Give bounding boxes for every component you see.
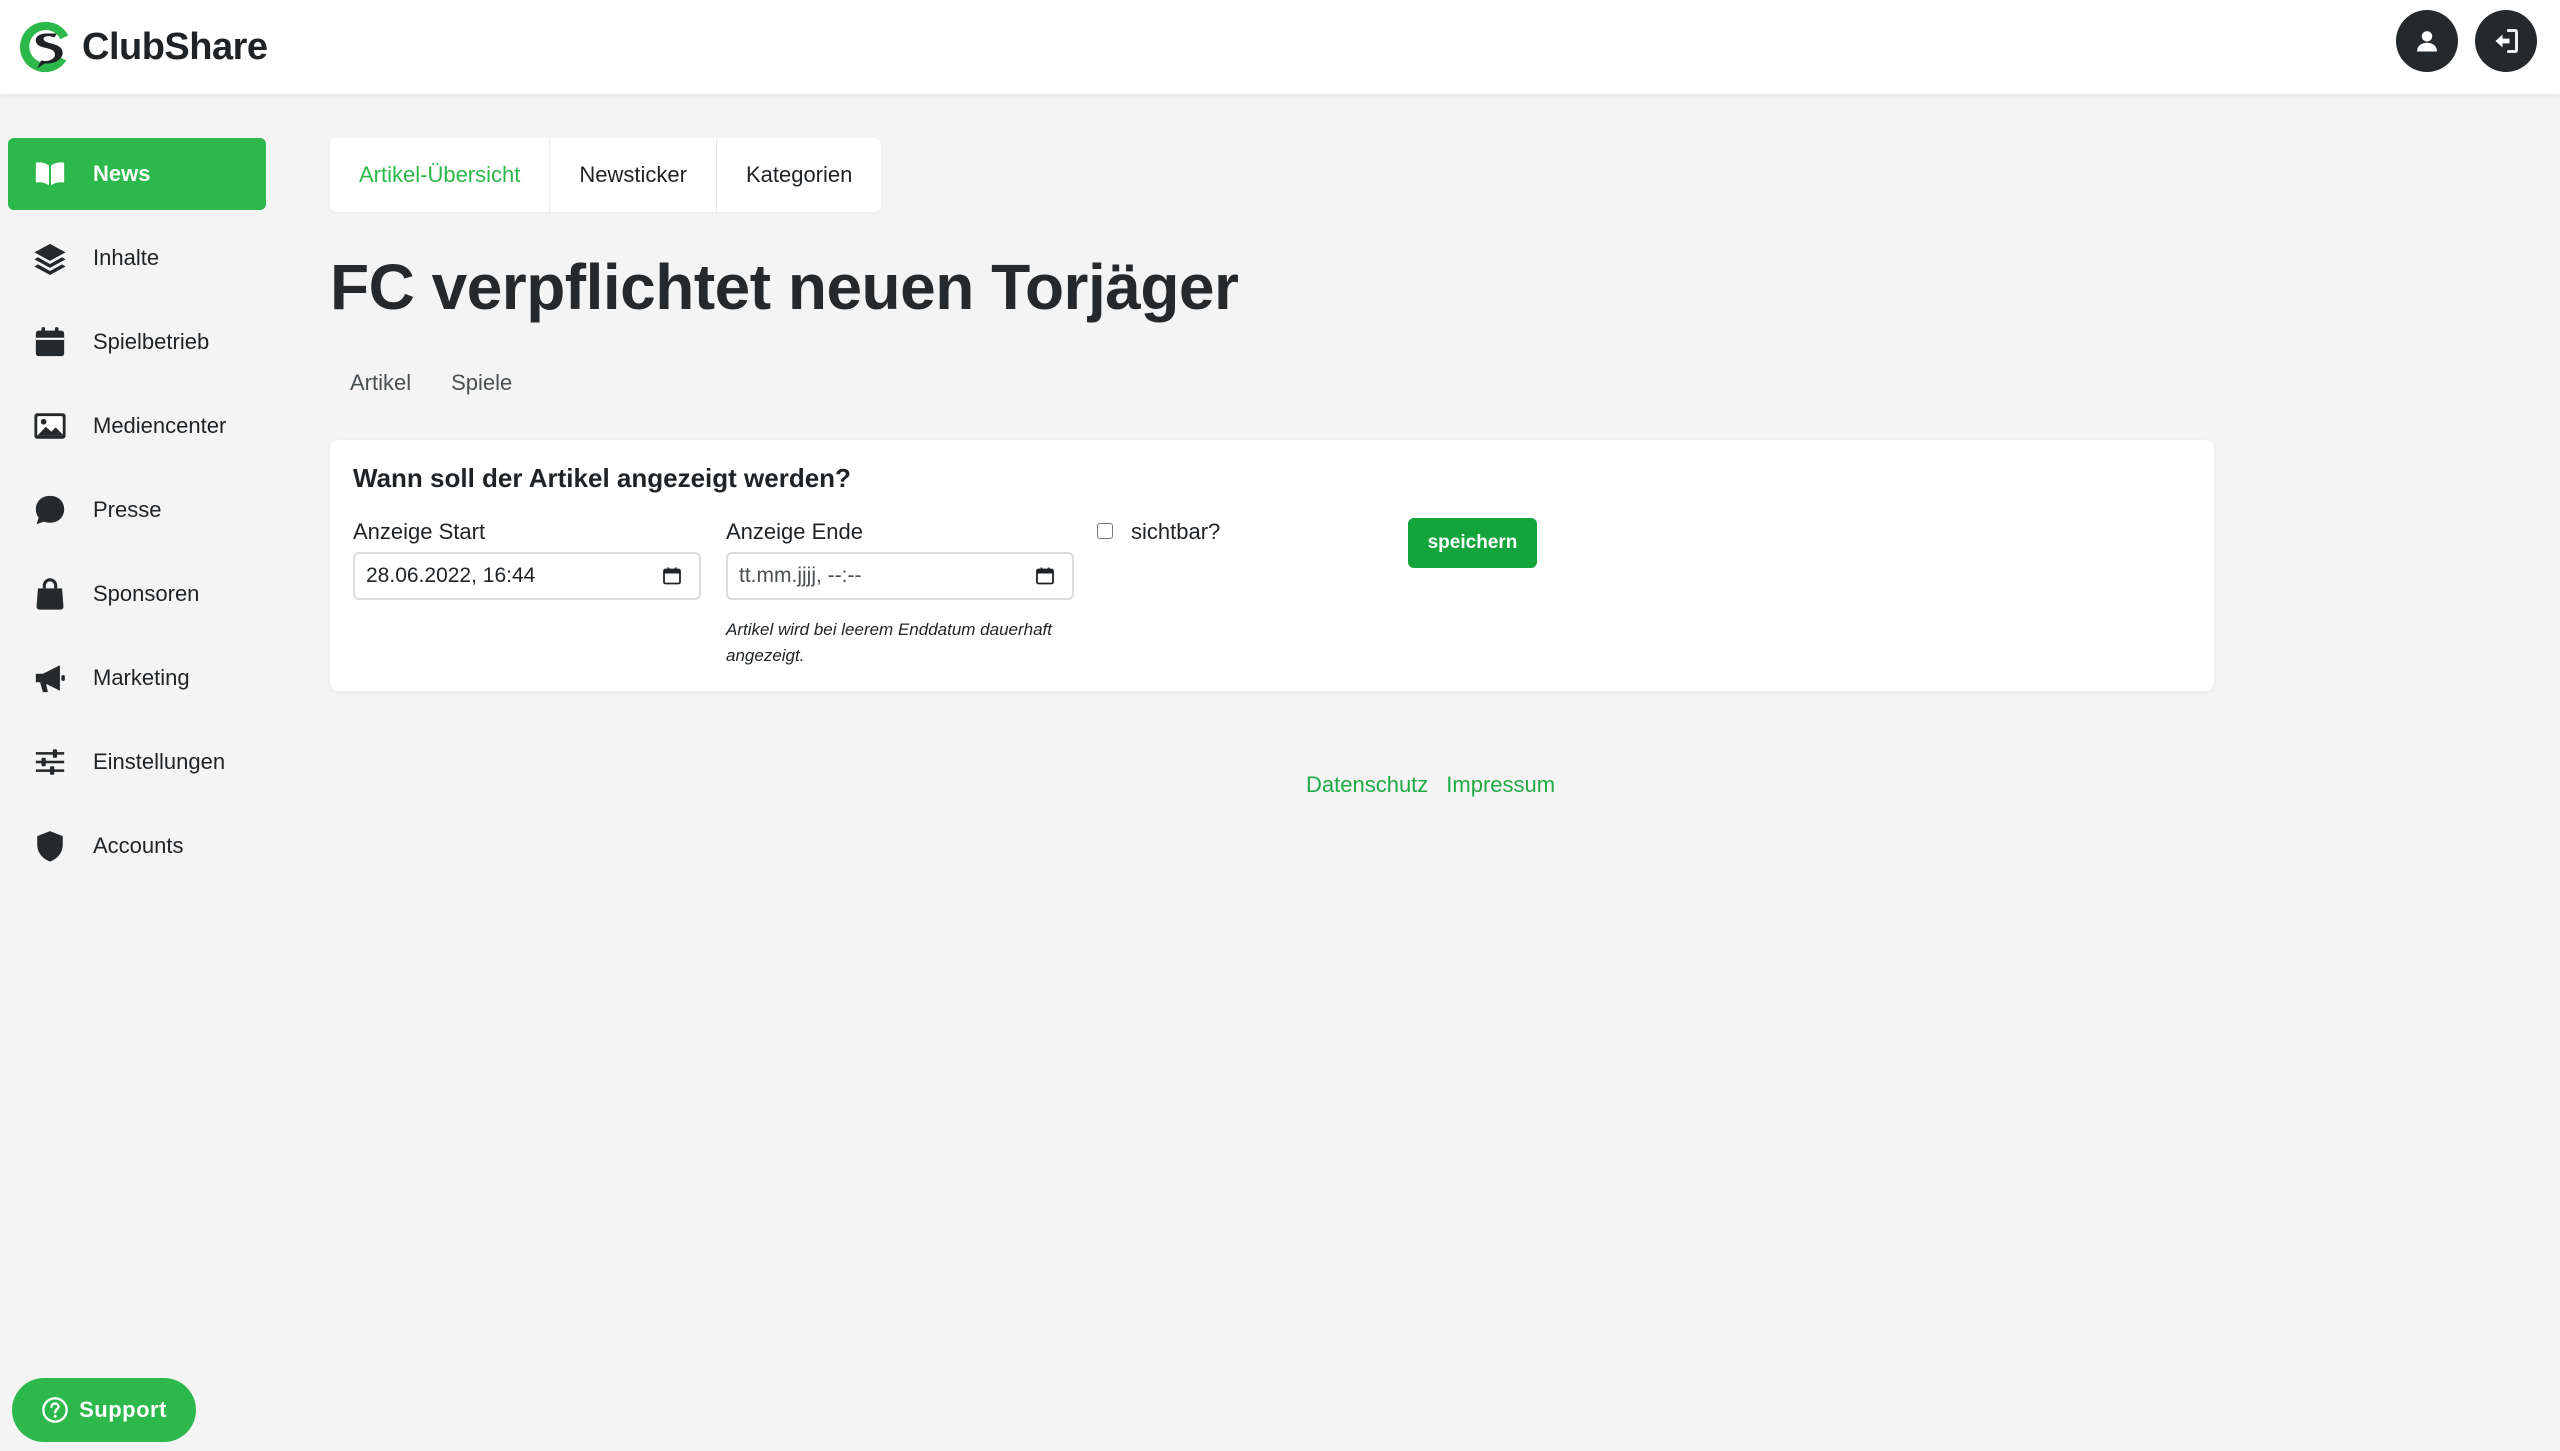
sidebar-item-sponsoren[interactable]: Sponsoren — [8, 558, 266, 630]
logout-button[interactable] — [2475, 10, 2537, 72]
visible-checkbox-label[interactable]: sichtbar? — [1131, 519, 1220, 545]
visible-checkbox[interactable] — [1097, 523, 1113, 539]
shopping-bag-icon — [32, 576, 68, 612]
help-circle-icon — [42, 1397, 68, 1423]
sidebar-item-label: Presse — [93, 497, 162, 522]
imprint-link[interactable]: Impressum — [1446, 772, 1555, 798]
sidebar: News Inhalte Spielbetrieb Mediencenter P… — [8, 138, 266, 894]
end-date-input[interactable]: tt.mm.jjjj, --:-- — [726, 552, 1074, 600]
end-date-hint: Artikel wird bei leerem Enddatum dauerha… — [726, 620, 1052, 665]
tab-artikel-uebersicht[interactable]: Artikel-Übersicht — [330, 138, 551, 212]
schedule-heading: Wann soll der Artikel angezeigt werden? — [353, 463, 851, 493]
calendar-icon[interactable] — [1032, 563, 1058, 589]
support-label: Support — [79, 1397, 167, 1422]
brand-name: ClubShare — [82, 25, 268, 68]
sidebar-item-label: Einstellungen — [93, 749, 226, 774]
sidebar-item-label: Mediencenter — [93, 413, 227, 438]
tab-newsticker[interactable]: Newsticker — [550, 138, 717, 212]
sidebar-item-news[interactable]: News — [8, 138, 266, 210]
page-title: FC verpflichtet neuen Torjäger — [330, 251, 1239, 323]
article-subtabs: Artikel Spiele — [350, 370, 512, 396]
schedule-card: Wann soll der Artikel angezeigt werden? … — [330, 440, 2214, 691]
subtab-artikel[interactable]: Artikel — [350, 370, 411, 396]
privacy-link[interactable]: Datenschutz — [1306, 772, 1428, 798]
end-date-placeholder: tt.mm.jjjj, --:-- — [739, 564, 862, 587]
logout-icon — [2495, 29, 2518, 53]
sidebar-item-mediencenter[interactable]: Mediencenter — [8, 390, 266, 462]
megaphone-icon — [32, 660, 68, 696]
clubshare-logo-icon — [19, 21, 69, 73]
sidebar-item-inhalte[interactable]: Inhalte — [8, 222, 266, 294]
top-tabs: Artikel-Übersicht Newsticker Kategorien — [330, 138, 882, 212]
sidebar-item-label: Inhalte — [93, 245, 160, 270]
sidebar-item-spielbetrieb[interactable]: Spielbetrieb — [8, 306, 266, 378]
top-bar: ClubShare — [0, 0, 2560, 94]
footer-links: Datenschutz Impressum — [1306, 772, 1555, 798]
start-date-label: Anzeige Start — [353, 519, 486, 544]
subtab-spiele[interactable]: Spiele — [451, 370, 512, 396]
sliders-icon — [32, 744, 68, 780]
user-icon — [2417, 31, 2437, 52]
shield-icon — [32, 828, 68, 864]
user-button[interactable] — [2396, 10, 2458, 72]
logo[interactable]: ClubShare — [16, 12, 268, 82]
save-button[interactable]: speichern — [1408, 518, 1537, 568]
start-date-input[interactable]: 28.06.2022, 16:44 — [353, 552, 701, 600]
sidebar-item-label: Spielbetrieb — [93, 329, 210, 354]
end-date-label: Anzeige Ende — [726, 519, 863, 544]
chat-bubble-icon — [32, 492, 68, 528]
sidebar-item-accounts[interactable]: Accounts — [8, 810, 266, 882]
calendar-icon — [32, 324, 68, 360]
sidebar-item-presse[interactable]: Presse — [8, 474, 266, 546]
sidebar-item-marketing[interactable]: Marketing — [8, 642, 266, 714]
layers-icon — [32, 240, 68, 276]
sidebar-item-einstellungen[interactable]: Einstellungen — [8, 726, 266, 798]
sidebar-item-label: News — [93, 161, 151, 186]
sidebar-item-label: Sponsoren — [93, 581, 200, 606]
image-icon — [32, 408, 68, 444]
sidebar-item-label: Marketing — [93, 665, 190, 690]
book-open-icon — [32, 156, 68, 192]
tab-kategorien[interactable]: Kategorien — [717, 138, 881, 212]
calendar-icon[interactable] — [659, 563, 685, 589]
sidebar-item-label: Accounts — [93, 833, 184, 858]
support-button[interactable]: Support — [12, 1378, 196, 1442]
start-date-value: 28.06.2022, 16:44 — [366, 564, 536, 587]
